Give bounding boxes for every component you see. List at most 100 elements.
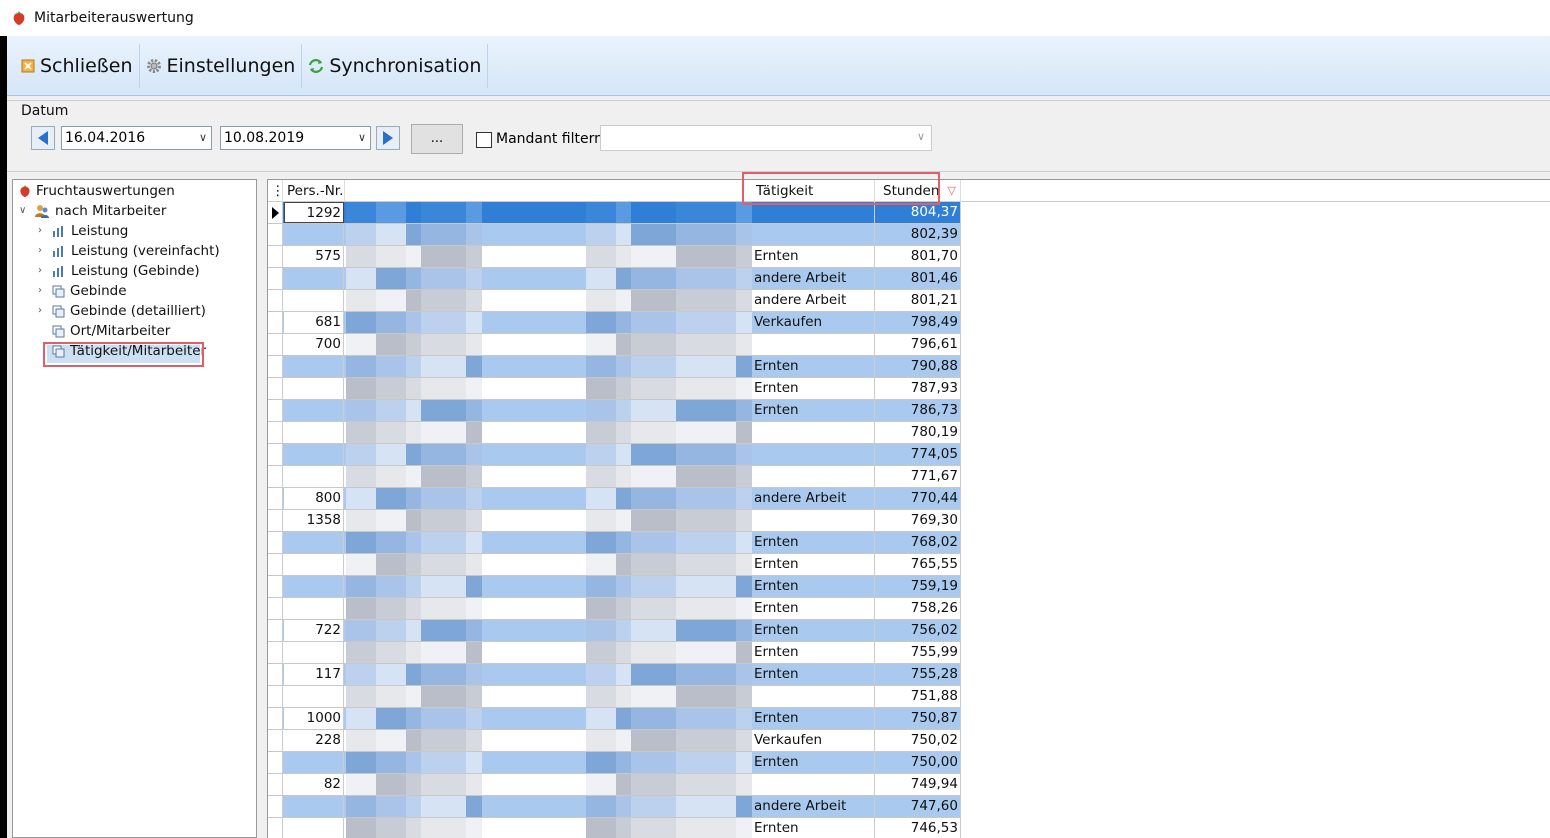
- more-dates-button[interactable]: ...: [411, 124, 463, 154]
- sync-button[interactable]: Synchronisation: [302, 43, 489, 88]
- table-row[interactable]: Ernten 765,55: [268, 554, 961, 576]
- cell-pers[interactable]: 800: [284, 488, 344, 509]
- cell-taetigkeit[interactable]: Ernten: [752, 664, 875, 685]
- cell-stunden[interactable]: 801,21: [875, 290, 961, 311]
- cell-pers[interactable]: 1358: [284, 510, 344, 531]
- table-row[interactable]: Ernten 755,99: [268, 642, 961, 664]
- chevron-down-icon[interactable]: ∨: [358, 127, 366, 149]
- cell-pers[interactable]: [284, 466, 344, 487]
- row-indicator[interactable]: [268, 752, 283, 773]
- cell-stunden[interactable]: 751,88: [875, 686, 961, 707]
- cell-pers[interactable]: [284, 554, 344, 575]
- row-indicator[interactable]: [268, 202, 283, 223]
- cell-pers[interactable]: 722: [284, 620, 344, 641]
- cell-taetigkeit[interactable]: [752, 422, 875, 443]
- row-indicator[interactable]: [268, 268, 283, 289]
- cell-stunden[interactable]: 790,88: [875, 356, 961, 377]
- row-indicator[interactable]: [268, 422, 283, 443]
- mandant-select[interactable]: ∨: [600, 125, 932, 151]
- cell-taetigkeit[interactable]: andere Arbeit: [752, 268, 875, 289]
- mandant-filter-checkbox[interactable]: [476, 132, 492, 148]
- cell-pers[interactable]: [284, 532, 344, 553]
- table-row[interactable]: 575 Ernten 801,70: [268, 246, 961, 268]
- tree-root[interactable]: Fruchtauswertungen: [19, 181, 175, 201]
- cell-pers[interactable]: 700: [284, 334, 344, 355]
- row-indicator[interactable]: [268, 356, 283, 377]
- row-indicator[interactable]: [268, 400, 283, 421]
- tree-item-leistung[interactable]: Leistung: [52, 221, 128, 241]
- cell-pers[interactable]: [284, 400, 344, 421]
- cell-taetigkeit[interactable]: [752, 466, 875, 487]
- cell-taetigkeit[interactable]: andere Arbeit: [752, 488, 875, 509]
- table-row[interactable]: Ernten 787,93: [268, 378, 961, 400]
- chevron-down-icon[interactable]: ∨: [199, 127, 207, 149]
- cell-pers[interactable]: [284, 444, 344, 465]
- cell-taetigkeit[interactable]: Ernten: [752, 752, 875, 773]
- table-row[interactable]: 681 Verkaufen 798,49: [268, 312, 961, 334]
- table-row[interactable]: 780,19: [268, 422, 961, 444]
- sort-filter-icon[interactable]: ▽: [948, 180, 956, 202]
- cell-pers[interactable]: [284, 268, 344, 289]
- table-row[interactable]: 1358 769,30: [268, 510, 961, 532]
- cell-pers[interactable]: [284, 422, 344, 443]
- cell-pers[interactable]: [284, 818, 344, 838]
- table-row[interactable]: 802,39: [268, 224, 961, 246]
- cell-stunden[interactable]: 780,19: [875, 422, 961, 443]
- cell-taetigkeit[interactable]: andere Arbeit: [752, 290, 875, 311]
- cell-stunden[interactable]: 750,00: [875, 752, 961, 773]
- cell-pers[interactable]: [284, 796, 344, 817]
- table-row[interactable]: 771,67: [268, 466, 961, 488]
- cell-taetigkeit[interactable]: Ernten: [752, 532, 875, 553]
- cell-taetigkeit[interactable]: Ernten: [752, 378, 875, 399]
- date-from-picker[interactable]: 16.04.2016 ∨: [61, 126, 212, 150]
- cell-pers[interactable]: [284, 576, 344, 597]
- cell-stunden[interactable]: 750,87: [875, 708, 961, 729]
- cell-taetigkeit[interactable]: andere Arbeit: [752, 796, 875, 817]
- row-indicator[interactable]: [268, 664, 283, 685]
- table-row[interactable]: Ernten 759,19: [268, 576, 961, 598]
- expand-icon[interactable]: ›: [38, 305, 42, 316]
- table-row[interactable]: Ernten 786,73: [268, 400, 961, 422]
- tree-item-gebinde[interactable]: Gebinde: [52, 281, 127, 301]
- cell-stunden[interactable]: 798,49: [875, 312, 961, 333]
- tree-item-leistung-vereinfacht[interactable]: Leistung (vereinfacht): [52, 241, 220, 261]
- cell-taetigkeit[interactable]: Ernten: [752, 356, 875, 377]
- row-indicator[interactable]: [268, 290, 283, 311]
- row-indicator[interactable]: [268, 466, 283, 487]
- row-indicator[interactable]: [268, 730, 283, 751]
- table-row[interactable]: andere Arbeit 801,46: [268, 268, 961, 290]
- cell-stunden[interactable]: 758,26: [875, 598, 961, 619]
- table-row[interactable]: 228 Verkaufen 750,02: [268, 730, 961, 752]
- row-indicator[interactable]: [268, 620, 283, 641]
- cell-pers[interactable]: [284, 686, 344, 707]
- table-row[interactable]: 82 749,94: [268, 774, 961, 796]
- table-row[interactable]: Ernten 758,26: [268, 598, 961, 620]
- tree-item-ort-mitarbeiter[interactable]: Ort/Mitarbeiter: [52, 321, 170, 341]
- settings-button[interactable]: Einstellungen: [140, 43, 303, 88]
- tree-item-gebinde-detailliert[interactable]: Gebinde (detailliert): [52, 301, 206, 321]
- cell-pers[interactable]: 228: [284, 730, 344, 751]
- cell-taetigkeit[interactable]: [752, 334, 875, 355]
- table-row[interactable]: 800 andere Arbeit 770,44: [268, 488, 961, 510]
- column-header-pers[interactable]: Pers.-Nr.: [283, 180, 345, 202]
- row-indicator[interactable]: [268, 312, 283, 333]
- row-indicator[interactable]: [268, 488, 283, 509]
- cell-stunden[interactable]: 768,02: [875, 532, 961, 553]
- row-indicator[interactable]: [268, 642, 283, 663]
- table-row[interactable]: 1292 804,37: [268, 202, 961, 224]
- cell-stunden[interactable]: 747,60: [875, 796, 961, 817]
- table-row[interactable]: 722 Ernten 756,02: [268, 620, 961, 642]
- cell-stunden[interactable]: 801,46: [875, 268, 961, 289]
- cell-pers[interactable]: [284, 378, 344, 399]
- tree-item-leistung-gebinde[interactable]: Leistung (Gebinde): [52, 261, 200, 281]
- cell-taetigkeit[interactable]: Ernten: [752, 708, 875, 729]
- cell-stunden[interactable]: 804,37: [875, 202, 961, 223]
- cell-pers[interactable]: 575: [284, 246, 344, 267]
- cell-stunden[interactable]: 749,94: [875, 774, 961, 795]
- expand-icon[interactable]: ›: [38, 245, 42, 256]
- cell-stunden[interactable]: 769,30: [875, 510, 961, 531]
- cell-taetigkeit[interactable]: Ernten: [752, 642, 875, 663]
- row-indicator[interactable]: [268, 224, 283, 245]
- table-row[interactable]: 700 796,61: [268, 334, 961, 356]
- row-indicator[interactable]: [268, 334, 283, 355]
